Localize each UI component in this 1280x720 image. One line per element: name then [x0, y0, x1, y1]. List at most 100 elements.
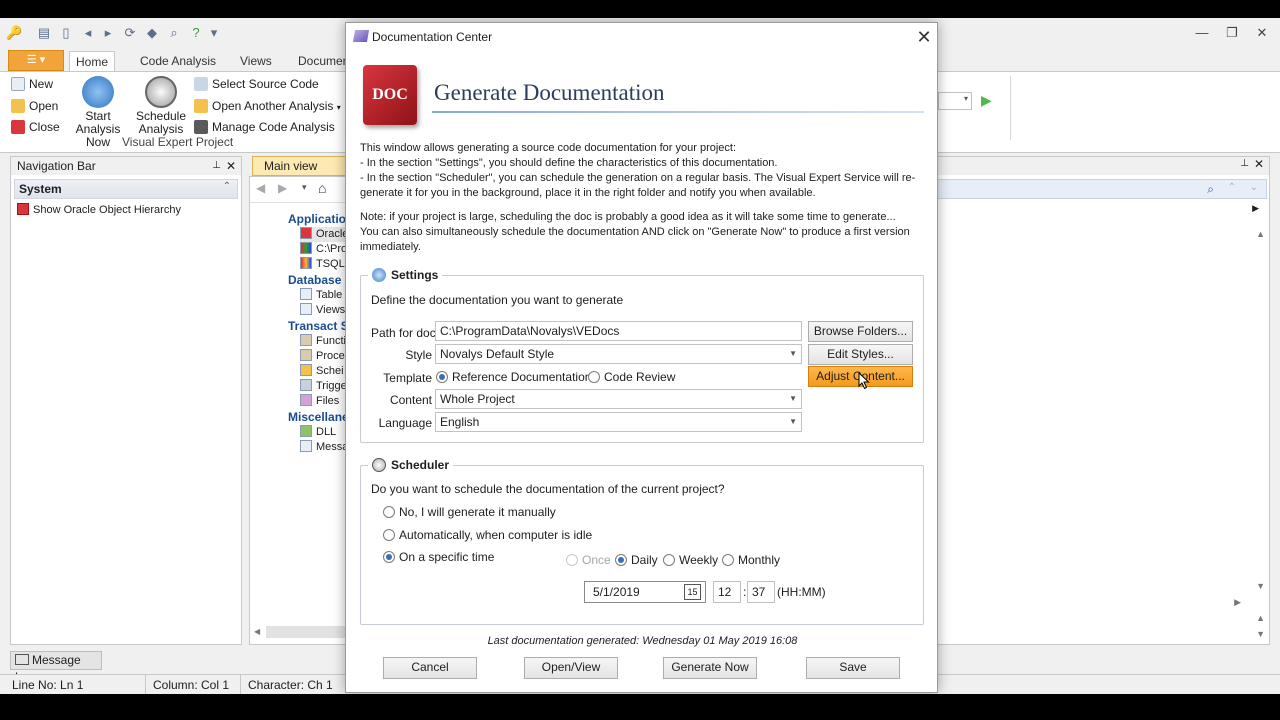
open-view-button[interactable]: Open/View — [524, 657, 618, 679]
tree-item-tables[interactable]: Table — [300, 288, 348, 303]
tree-item-tsql[interactable]: TSQL — [300, 257, 348, 272]
refresh-icon[interactable]: ⟳ — [122, 25, 138, 41]
help-icon[interactable]: ? — [188, 25, 204, 41]
scroll-down-small-icon[interactable]: ▼ — [1256, 629, 1265, 639]
tree-item-schemas[interactable]: Schei — [300, 364, 348, 379]
run-icon[interactable]: ▶ — [981, 92, 992, 109]
new-button[interactable]: New — [11, 75, 53, 93]
tab-main-view[interactable]: Main view — [252, 156, 348, 176]
tree-group-transact[interactable]: Transact S — [288, 318, 349, 334]
scroll-right-icon[interactable]: ▶ — [1234, 597, 1241, 608]
tab-code-analysis[interactable]: Code Analysis — [134, 51, 222, 71]
layers-icon[interactable]: ◆ — [144, 25, 160, 41]
tree-item-views[interactable]: Views — [300, 303, 348, 318]
frequency-daily-label[interactable]: Daily — [631, 553, 658, 567]
browse-folders-button[interactable]: Browse Folders... — [808, 321, 913, 342]
cancel-button[interactable]: Cancel — [383, 657, 477, 679]
nav-back-icon[interactable]: ◀ — [256, 181, 265, 195]
tree-group-database[interactable]: Database — [288, 272, 348, 288]
open-another-button[interactable]: Open Another Analysis ▾ — [194, 97, 341, 115]
tree-item-triggers[interactable]: Trigge — [300, 379, 348, 394]
find-up-icon[interactable]: ⌃ — [1228, 182, 1236, 193]
tree-item-path[interactable]: C:\Pro — [300, 242, 348, 257]
manage-analysis-button[interactable]: Manage Code Analysis — [194, 118, 335, 136]
path-input[interactable]: C:\ProgramData\Novalys\VEDocs — [435, 321, 802, 341]
pin-icon[interactable]: ⊥ — [212, 157, 221, 175]
minimize-icon[interactable]: — — [1190, 24, 1214, 42]
frequency-once-label[interactable]: Once — [582, 553, 611, 567]
forward-icon[interactable]: ▸ — [100, 25, 116, 41]
frequency-weekly-radio[interactable] — [663, 554, 675, 566]
system-section-header[interactable]: System ⌃ — [14, 179, 238, 199]
tree-item-oracle[interactable]: Oracle — [300, 227, 348, 242]
horizontal-scrollbar[interactable] — [266, 626, 346, 638]
schedule-specific-label[interactable]: On a specific time — [399, 550, 494, 564]
nav-forward-icon[interactable]: ▶ — [278, 181, 287, 195]
search-icon[interactable]: ⌕ — [166, 25, 182, 41]
dialog-close-icon[interactable]: ✕ — [914, 27, 934, 47]
right-close-icon[interactable]: ✕ — [1254, 157, 1264, 171]
frequency-monthly-radio[interactable] — [722, 554, 734, 566]
close-window-icon[interactable]: ✕ — [1250, 24, 1274, 42]
back-icon[interactable]: ◂ — [80, 25, 96, 41]
nav-item-oracle-hierarchy[interactable]: Show Oracle Object Hierarchy — [17, 203, 241, 218]
select-source-button[interactable]: Select Source Code — [194, 75, 319, 93]
scroll-up-icon[interactable]: ▲ — [1256, 229, 1265, 239]
tree-item-functions[interactable]: Functi — [300, 334, 348, 349]
find-down-icon[interactable]: ⌄ — [1250, 182, 1258, 193]
schedule-idle-label[interactable]: Automatically, when computer is idle — [399, 528, 592, 542]
tree-item-procedures[interactable]: Proce — [300, 349, 348, 364]
edit-styles-button[interactable]: Edit Styles... — [808, 344, 913, 365]
dropdown-arrow-icon: ▾ — [336, 103, 341, 112]
close-button[interactable]: Close — [11, 118, 60, 136]
open-button[interactable]: Open — [11, 97, 58, 115]
frequency-weekly-label[interactable]: Weekly — [679, 553, 718, 567]
template-reference-radio[interactable] — [436, 371, 448, 383]
tree-group-applications[interactable]: Applicatio — [288, 211, 348, 227]
tab-message-log[interactable]: Message Log — [10, 651, 102, 684]
style-dropdown-icon: ▼ — [789, 349, 797, 358]
customize-icon[interactable]: ▾ — [206, 25, 222, 41]
frequency-once-radio[interactable] — [566, 554, 578, 566]
home-icon[interactable]: ⌂ — [318, 180, 326, 196]
tab-views[interactable]: Views — [234, 51, 278, 71]
file-menu-button[interactable]: ☰ ▾ — [8, 50, 64, 71]
hour-input[interactable]: 12 — [713, 581, 741, 603]
scroll-down-icon[interactable]: ▼ — [1256, 581, 1265, 591]
right-pin-icon[interactable]: ⊥ — [1240, 158, 1249, 169]
nav-history-icon[interactable]: ▾ — [302, 182, 307, 193]
tree-item-messages[interactable]: Messa — [300, 440, 348, 455]
new-file-icon[interactable]: ▯ — [58, 25, 74, 41]
tab-home[interactable]: Home — [69, 51, 116, 72]
schedule-manual-radio[interactable] — [383, 506, 395, 518]
frequency-monthly-label[interactable]: Monthly — [738, 553, 780, 567]
collapse-icon[interactable]: ⌃ — [223, 181, 231, 192]
tree-group-miscellaneous[interactable]: Miscellane — [288, 409, 349, 425]
template-code-review-label[interactable]: Code Review — [604, 370, 675, 384]
content-select[interactable]: Whole Project ▼ — [435, 389, 802, 409]
generate-now-button[interactable]: Generate Now — [663, 657, 757, 679]
tree-item-files[interactable]: Files — [300, 394, 348, 409]
template-reference-label[interactable]: Reference Documentation — [452, 370, 591, 384]
scroll-left-icon[interactable]: ◀ — [254, 627, 260, 636]
save-button[interactable]: Save — [806, 657, 900, 679]
open-folder-icon[interactable]: ▤ — [36, 25, 52, 41]
calendar-icon[interactable]: 15 — [684, 584, 701, 600]
language-select[interactable]: English ▼ — [435, 412, 802, 432]
template-code-review-radio[interactable] — [588, 371, 600, 383]
tree-item-dll[interactable]: DLL — [300, 425, 348, 440]
frequency-daily-radio[interactable] — [615, 554, 627, 566]
restore-icon[interactable]: ❐ — [1220, 24, 1244, 42]
schedule-specific-radio[interactable] — [383, 551, 395, 563]
expand-icon[interactable]: ▶ — [1252, 203, 1259, 214]
scroll-up-small-icon[interactable]: ▲ — [1256, 613, 1265, 623]
close-panel-icon[interactable]: ✕ — [226, 157, 236, 175]
schedule-idle-radio[interactable] — [383, 529, 395, 541]
right-search-bar[interactable]: ⌕ ⌃ ⌄ — [937, 179, 1267, 199]
ribbon-combo[interactable]: ▾ — [938, 92, 972, 110]
find-icon[interactable]: ⌕ — [1207, 182, 1214, 197]
schedule-analysis-button[interactable]: Schedule Analysis — [135, 76, 187, 136]
minute-input[interactable]: 37 — [747, 581, 775, 603]
style-select[interactable]: Novalys Default Style ▼ — [435, 344, 802, 364]
schedule-manual-label[interactable]: No, I will generate it manually — [399, 505, 556, 519]
